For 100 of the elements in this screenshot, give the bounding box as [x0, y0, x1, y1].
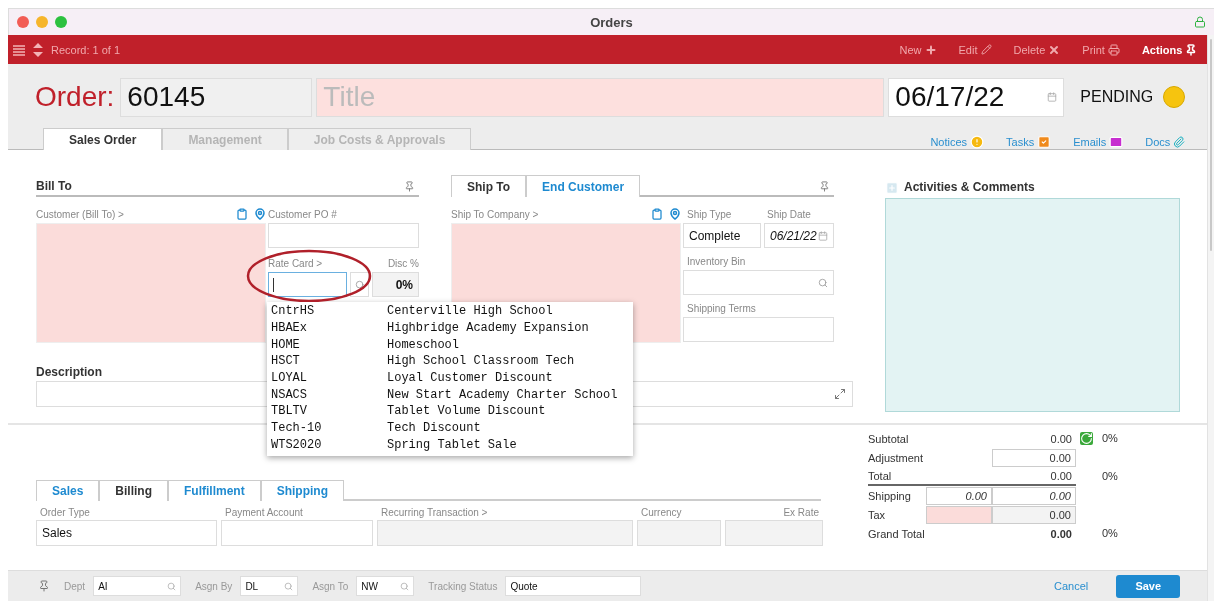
search-icon[interactable]	[284, 581, 294, 591]
toolbar-action[interactable]: Actions	[1141, 43, 1198, 56]
section-title: Activities & Comments	[904, 180, 1035, 196]
scrollbar[interactable]	[1207, 35, 1214, 601]
zoom-control[interactable]	[55, 16, 67, 28]
status-text: PENDING	[1080, 88, 1154, 106]
dropdown-option[interactable]: CntrHS Centerville High School	[271, 303, 633, 320]
up-down-icon[interactable]	[33, 42, 43, 57]
total-label: Tax	[868, 508, 887, 521]
close-control[interactable]	[17, 16, 29, 28]
field-label: Disc %	[387, 257, 419, 269]
tab[interactable]: Sales	[36, 480, 100, 501]
field-label: Ex Rate	[782, 507, 820, 518]
tab[interactable]: Ship To	[451, 175, 527, 197]
pin-icon[interactable]	[819, 181, 830, 192]
menu-icon[interactable]	[13, 43, 25, 56]
search-icon	[354, 279, 365, 290]
search-icon[interactable]	[167, 581, 177, 591]
order-number-field[interactable]: 60145	[120, 77, 313, 117]
po-field[interactable]	[268, 223, 419, 248]
grand-total-value: 0.00	[1050, 527, 1073, 540]
dropdown-option[interactable]: WTS2020 Spring Tablet Sale	[271, 436, 633, 454]
field-label: Rate Card >	[268, 257, 323, 269]
total-value: 0.00	[1050, 469, 1073, 482]
clipboard-icon[interactable]	[236, 208, 248, 220]
discount-field[interactable]: 0%	[372, 272, 419, 297]
total-label: Shipping	[868, 489, 912, 502]
input-field[interactable]: DL	[240, 576, 299, 596]
input-field[interactable]	[221, 520, 373, 546]
calendar-icon[interactable]	[1047, 92, 1058, 102]
field-label: Order Type	[39, 507, 91, 518]
window-title: Orders	[590, 14, 633, 30]
alert-icon	[970, 134, 985, 149]
input-field[interactable]: Quote	[505, 576, 642, 596]
order-label: Order:	[35, 81, 115, 113]
ship-type-field[interactable]: Complete	[683, 223, 761, 248]
inventory-bin-field[interactable]	[683, 270, 834, 295]
pencil-icon	[980, 44, 992, 55]
save-button[interactable]: Save	[1116, 574, 1181, 598]
add-icon[interactable]	[885, 181, 899, 195]
field-label: Payment Account	[224, 507, 304, 518]
tab[interactable]: Billing	[99, 480, 169, 501]
field-label: Dept	[64, 580, 86, 592]
tab[interactable]: Fulfillment	[168, 480, 261, 501]
plus-icon	[924, 43, 937, 56]
tax-rate-field[interactable]	[926, 505, 992, 524]
tab[interactable]: End Customer	[526, 175, 641, 197]
field-label: Tracking Status	[428, 580, 498, 592]
expand-icon[interactable]	[834, 388, 846, 400]
shipping-field[interactable]: 0.00	[992, 486, 1076, 505]
dropdown-option[interactable]: HBAEx Highbridge Academy Expansion	[271, 319, 633, 337]
total-label: Total	[868, 469, 893, 482]
pin-icon[interactable]	[38, 580, 50, 592]
minimize-control[interactable]	[36, 16, 48, 28]
printer-icon	[1107, 43, 1120, 56]
percent-value: 0%	[1102, 431, 1118, 446]
pin-icon[interactable]	[404, 181, 415, 192]
tab[interactable]: Shipping	[260, 480, 345, 501]
input-field[interactable]: AI	[93, 576, 182, 596]
dropdown-option[interactable]: Tech-10 Tech Discount	[271, 419, 633, 437]
field-label: Ship Type	[686, 208, 733, 220]
shipping-terms-field[interactable]	[683, 317, 834, 342]
total-value: 0.00	[1050, 432, 1073, 445]
total-label: Adjustment	[868, 451, 925, 464]
pin-icon	[1185, 43, 1198, 56]
date-field[interactable]: 06/17/22	[888, 77, 1065, 117]
shipping-field[interactable]: 0.00	[926, 486, 992, 505]
input-field[interactable]: NW	[356, 576, 415, 596]
input-field[interactable]: Sales	[36, 520, 217, 546]
field-label: Customer PO #	[268, 208, 337, 220]
map-pin-icon[interactable]	[669, 208, 681, 220]
ship-date-field[interactable]: 06/21/22	[764, 223, 834, 248]
refresh-icon[interactable]	[1080, 432, 1093, 445]
customer-field[interactable]	[36, 223, 266, 343]
tab[interactable]: Sales Order	[43, 128, 163, 150]
lock-icon	[1194, 16, 1206, 28]
calendar-icon[interactable]	[818, 230, 828, 241]
dropdown-option[interactable]: HOME Homeschool	[271, 336, 633, 354]
record-counter: Record: 1 of 1	[51, 43, 121, 56]
field-label: Ship To Company >	[451, 208, 539, 220]
section-title: Bill To	[36, 179, 72, 195]
map-pin-icon[interactable]	[254, 208, 266, 220]
total-label: Grand Total	[868, 527, 926, 540]
dropdown-option[interactable]: TBLTV Tablet Volume Discount	[271, 403, 633, 420]
adjustment-field[interactable]: 0.00	[992, 448, 1076, 467]
dropdown-option[interactable]: NSACS New Start Academy Charter School	[271, 386, 633, 404]
search-icon[interactable]	[400, 581, 410, 591]
field-label: Ship Date	[767, 208, 811, 220]
percent-value: 0%	[1102, 469, 1118, 484]
description-label: Description	[36, 365, 102, 379]
search-button[interactable]	[350, 272, 369, 297]
checkbox-icon	[1037, 134, 1052, 149]
clipboard-icon[interactable]	[651, 208, 663, 220]
search-icon[interactable]	[818, 277, 828, 288]
field-label: Asgn By	[195, 580, 233, 592]
dropdown-option[interactable]: HSCT High School Classroom Tech	[271, 353, 633, 370]
field-label: Shipping Terms	[686, 302, 756, 314]
rate-card-field[interactable]	[268, 272, 347, 297]
dropdown-option[interactable]: LOYAL Loyal Customer Discount	[271, 369, 633, 387]
tax-field: 0.00	[992, 505, 1076, 524]
